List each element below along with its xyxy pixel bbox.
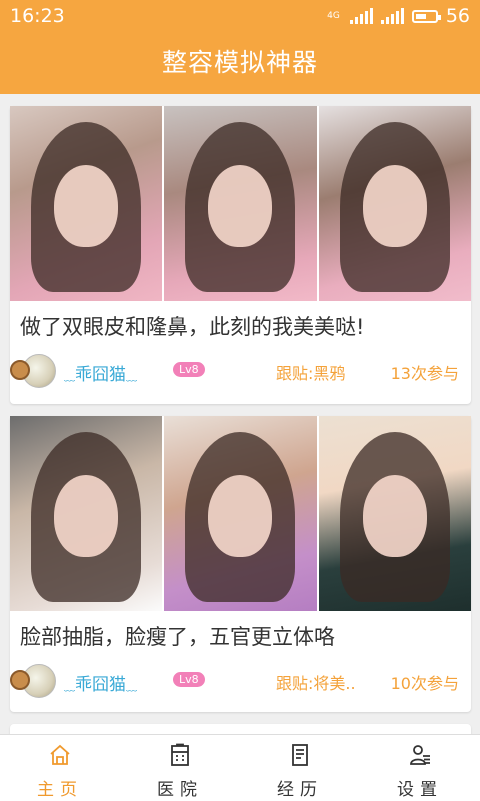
tab-home[interactable]: 主页 <box>0 735 120 801</box>
hospital-icon <box>171 743 189 766</box>
participation-count: 13次参与 <box>390 364 459 383</box>
tab-settings[interactable]: 设置 <box>360 735 480 801</box>
follow-post-label[interactable]: 跟贴:将美.. <box>276 670 356 694</box>
participation-count: 10次参与 <box>390 674 459 693</box>
bottom-tab-bar: 主页 医院 经历 设置 <box>0 734 480 801</box>
avatar[interactable] <box>10 664 56 698</box>
post-photo[interactable] <box>10 416 163 611</box>
username[interactable]: ﹏乖囧猫﹏ <box>64 670 137 695</box>
level-badge: Lv8 <box>173 672 205 687</box>
status-icons: 4G 56 <box>327 5 470 27</box>
signal-icon-2 <box>380 8 404 24</box>
post-photo[interactable] <box>318 106 471 301</box>
post-photo[interactable] <box>164 106 317 301</box>
post-photos[interactable] <box>10 106 471 301</box>
post-meta: ﹏乖囧猫﹏ Lv8 跟贴:黑鸦 13次参与 <box>10 352 471 392</box>
post-feed[interactable]: 做了双眼皮和隆鼻，此刻的我美美哒! ﹏乖囧猫﹏ Lv8 跟贴:黑鸦 13次参与 … <box>0 94 480 734</box>
post-photos[interactable] <box>10 416 471 611</box>
post-card[interactable] <box>10 724 471 734</box>
battery-percent: 56 <box>445 5 470 27</box>
tab-label: 经历 <box>277 780 323 800</box>
tab-hospital[interactable]: 医院 <box>120 735 240 801</box>
home-icon <box>50 744 70 765</box>
post-card[interactable]: 脸部抽脂，脸瘦了，五官更立体咯 ﹏乖囧猫﹏ Lv8 跟贴:将美.. 10次参与 <box>10 416 471 712</box>
post-caption[interactable]: 做了双眼皮和隆鼻，此刻的我美美哒! <box>20 311 364 341</box>
tab-label: 医院 <box>157 780 203 800</box>
status-time: 16:23 <box>10 5 65 27</box>
post-photo[interactable] <box>10 106 163 301</box>
monkey-icon <box>10 670 30 690</box>
post-card[interactable]: 做了双眼皮和隆鼻，此刻的我美美哒! ﹏乖囧猫﹏ Lv8 跟贴:黑鸦 13次参与 <box>10 106 471 404</box>
page-title: 整容模拟神器 <box>0 32 480 94</box>
post-caption[interactable]: 脸部抽脂，脸瘦了，五官更立体咯 <box>20 621 335 651</box>
avatar[interactable] <box>10 354 56 388</box>
network-type: 4G <box>327 10 340 21</box>
user-settings-icon <box>410 745 430 765</box>
follow-post-label[interactable]: 跟贴:黑鸦 <box>276 360 345 384</box>
signal-icon <box>349 8 373 24</box>
username[interactable]: ﹏乖囧猫﹏ <box>64 360 137 385</box>
post-photo[interactable] <box>164 416 317 611</box>
status-bar: 16:23 4G 56 <box>0 0 480 32</box>
post-meta: ﹏乖囧猫﹏ Lv8 跟贴:将美.. 10次参与 <box>10 662 471 702</box>
document-icon <box>292 744 308 766</box>
post-photo[interactable] <box>318 416 471 611</box>
tab-experience[interactable]: 经历 <box>240 735 360 801</box>
tab-label: 主页 <box>37 780 83 800</box>
level-badge: Lv8 <box>173 362 205 377</box>
battery-icon <box>411 9 441 23</box>
tab-label: 设置 <box>397 780 443 800</box>
monkey-icon <box>10 360 30 380</box>
